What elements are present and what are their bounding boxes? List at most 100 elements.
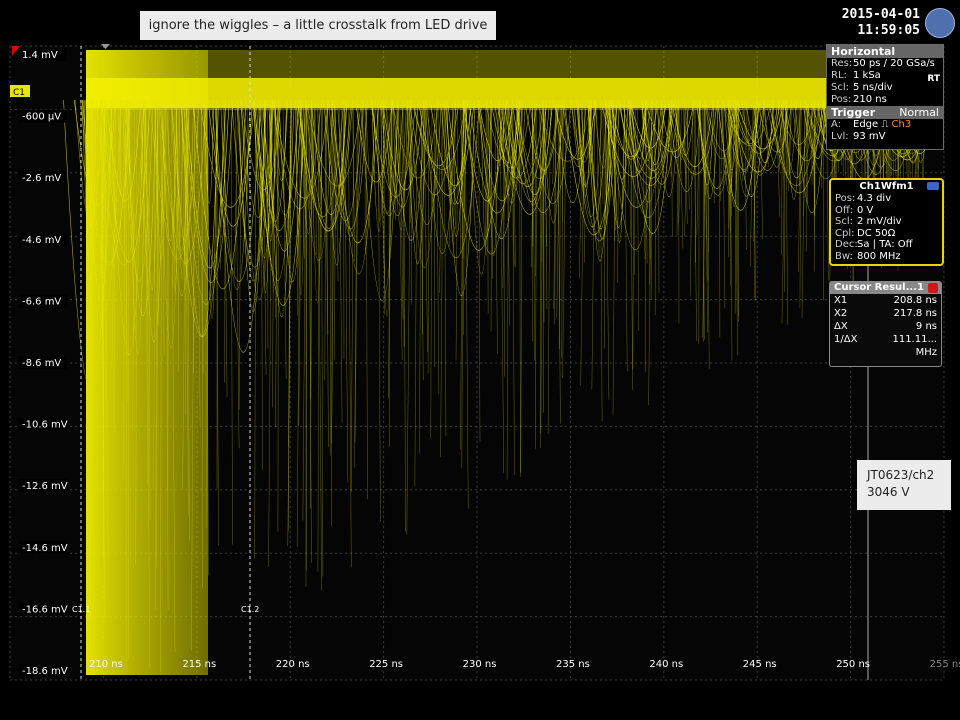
y-axis-label: -12.6 mV xyxy=(22,481,68,492)
side-label-line2: 3046 V xyxy=(867,485,910,499)
cursor-row: 1/ΔX 111.11... MHz xyxy=(830,333,941,359)
cursor-2-label: C1.2 xyxy=(241,605,259,614)
cursor-row-value: 217.8 ns xyxy=(893,308,937,319)
channel-marker[interactable]: C1 xyxy=(10,85,30,98)
oscilloscope-display[interactable]: 1.4 mV -600 µV -2.6 mV -4.6 mV -6.6 mV -8.6 m… xyxy=(0,0,960,720)
y-axis-label: -18.6 mV xyxy=(22,666,68,677)
cursor-row-key: 1/ΔX xyxy=(834,334,858,345)
waveform-row: Pos: 4.3 div xyxy=(831,193,942,205)
y-axis-label: -6.6 mV xyxy=(22,296,61,307)
acq-mode: RT xyxy=(927,74,940,84)
y-axis-label: -8.6 mV xyxy=(22,358,61,369)
y-axis-label: -2.6 mV xyxy=(22,173,61,184)
y-axis-label: -600 µV xyxy=(22,112,61,123)
horizontal-row-value: 1 kSa xyxy=(853,70,881,81)
waveform-row: Dec: Sa | TA: Off xyxy=(831,239,942,251)
cursor-title: Cursor Resul...1 xyxy=(830,282,941,294)
time: 11:59:05 xyxy=(857,23,920,38)
close-icon[interactable] xyxy=(928,283,938,293)
y-axis-label: 1.4 mV xyxy=(22,50,58,61)
cursor-1-label: C1.1 xyxy=(72,605,90,614)
date-time: 2015-04-01 11:59:05 xyxy=(832,7,920,39)
waveform-row: Off: 0 V xyxy=(831,205,942,217)
horizontal-row: Scl: 5 ns/div xyxy=(827,82,943,94)
cursor-row: ΔX 9 ns xyxy=(830,320,941,333)
waveform-title: Ch1Wfm1 xyxy=(859,181,914,192)
waveform-row-value: 2 mV/div xyxy=(857,216,902,227)
x-axis-label: 220 ns xyxy=(276,659,310,670)
cursor-row-key: X2 xyxy=(834,308,848,319)
trigger-row-value: 93 mV xyxy=(853,131,886,142)
y-axis-label: -4.6 mV xyxy=(22,235,61,246)
trigger-row-a: A: Edge ⎍ Ch3 xyxy=(827,119,943,131)
waveform-rows: Pos: 4.3 div Off: 0 V Scl: 2 mV/div Cpl: DC 50Ω… xyxy=(831,193,942,262)
waveform-row-value: DC 50Ω xyxy=(857,227,896,239)
channel-label: C1 xyxy=(13,88,25,98)
waveform-row-value: Sa | TA: Off xyxy=(857,239,913,250)
x-axis-label: 225 ns xyxy=(369,659,403,670)
waveform-row-value: 800 MHz xyxy=(857,250,901,262)
cursor-row: X2 217.8 ns xyxy=(830,307,941,320)
trigger-row-key: Lvl: xyxy=(831,131,849,142)
trigger-row-lvl: Lvl: 93 mV xyxy=(827,131,943,143)
trigger-source: Ch3 xyxy=(891,119,912,130)
waveform-row-key: Cpl: xyxy=(835,227,855,239)
waveform-row: Bw: 800 MHz xyxy=(831,251,942,263)
side-label-callout: JT0623/ch2 3046 V xyxy=(857,460,951,510)
x-axis-label: 235 ns xyxy=(556,659,590,670)
cursor-row-value: 111.11... MHz xyxy=(892,334,937,358)
horizontal-row-value: 5 ns/div xyxy=(853,82,893,93)
waveform-row: Cpl: DC 50Ω xyxy=(831,228,942,240)
cursor-row-key: X1 xyxy=(834,295,848,306)
trigger-mode: Normal xyxy=(899,106,939,119)
x-axis-label: 210 ns xyxy=(89,659,123,670)
trigger-row-key: A: xyxy=(831,119,842,130)
minimize-icon[interactable] xyxy=(927,182,939,190)
horizontal-header: Horizontal xyxy=(827,45,943,58)
brand-logo-icon xyxy=(925,8,955,38)
waveform-row-key: Off: xyxy=(835,204,854,216)
waveform-row-value: 0 V xyxy=(857,204,874,216)
x-axis-label: 230 ns xyxy=(463,659,497,670)
horizontal-row: RL: 1 kSa xyxy=(827,70,943,82)
x-axis-label: 215 ns xyxy=(182,659,216,670)
annotation-callout: ignore the wiggles – a little crosstalk … xyxy=(140,11,496,40)
horizontal-row-key: RL: xyxy=(831,70,847,81)
x-axis-label: 250 ns xyxy=(836,659,870,670)
waveform-row-value: 4.3 div xyxy=(857,193,892,204)
horizontal-rows: Res: 50 ps / 20 GSa/s RL: 1 kSa Scl: 5 ns/div… xyxy=(827,58,943,106)
trigger-type: Edge xyxy=(853,119,879,130)
cursor-rows: X1 208.8 ns X2 217.8 ns ΔX 9 ns 1/ΔX 111.11... … xyxy=(830,294,941,359)
waveform-row-key: Bw: xyxy=(835,250,853,262)
waveform-row-key: Pos: xyxy=(835,193,856,204)
y-axis-label: -16.6 mV xyxy=(22,604,68,615)
horizontal-row-key: Scl: xyxy=(831,82,849,93)
y-axis-label: -14.6 mV xyxy=(22,543,68,554)
trigger-row-value: Edge ⎍ Ch3 xyxy=(853,119,939,131)
horizontal-row-value: 210 ns xyxy=(853,94,887,105)
trigger-header: Trigger Normal xyxy=(827,106,943,119)
cursor-results-panel[interactable]: Cursor Resul...1 X1 208.8 ns X2 217.8 ns ΔX 9… xyxy=(829,281,942,367)
cursor-row-value: 9 ns xyxy=(915,321,937,332)
horizontal-row-value: 50 ps / 20 GSa/s xyxy=(853,58,935,69)
trigger-title: Trigger xyxy=(831,106,876,119)
waveform-row-key: Scl: xyxy=(835,216,853,227)
x-axis-label: 255 ns xyxy=(930,659,960,670)
cursor-row: X1 208.8 ns xyxy=(830,294,941,307)
waveform-row-key: Dec: xyxy=(835,239,858,250)
x-axis-label: 240 ns xyxy=(649,659,683,670)
x-axis-label: 245 ns xyxy=(743,659,777,670)
side-label-line1: JT0623/ch2 xyxy=(867,468,935,482)
horizontal-row-key: Pos: xyxy=(831,94,852,105)
horizontal-row: Res: 50 ps / 20 GSa/s xyxy=(827,58,943,70)
y-axis-label: -10.6 mV xyxy=(22,420,68,431)
edge-rise-icon: ⎍ xyxy=(881,119,889,130)
horizontal-trigger-panel[interactable]: Horizontal Res: 50 ps / 20 GSa/s RL: 1 kSa S… xyxy=(826,44,944,150)
date: 2015-04-01 xyxy=(841,7,920,22)
horizontal-row-key: Res: xyxy=(831,58,853,69)
waveform-info-panel[interactable]: Ch1Wfm1 Pos: 4.3 div Off: 0 V Scl: 2 mV/div Cp… xyxy=(829,178,944,266)
cursor-row-value: 208.8 ns xyxy=(893,295,937,306)
cursor-row-key: ΔX xyxy=(834,321,848,332)
horizontal-row: Pos: 210 ns xyxy=(827,94,943,106)
waveform-row: Scl: 2 mV/div xyxy=(831,216,942,228)
